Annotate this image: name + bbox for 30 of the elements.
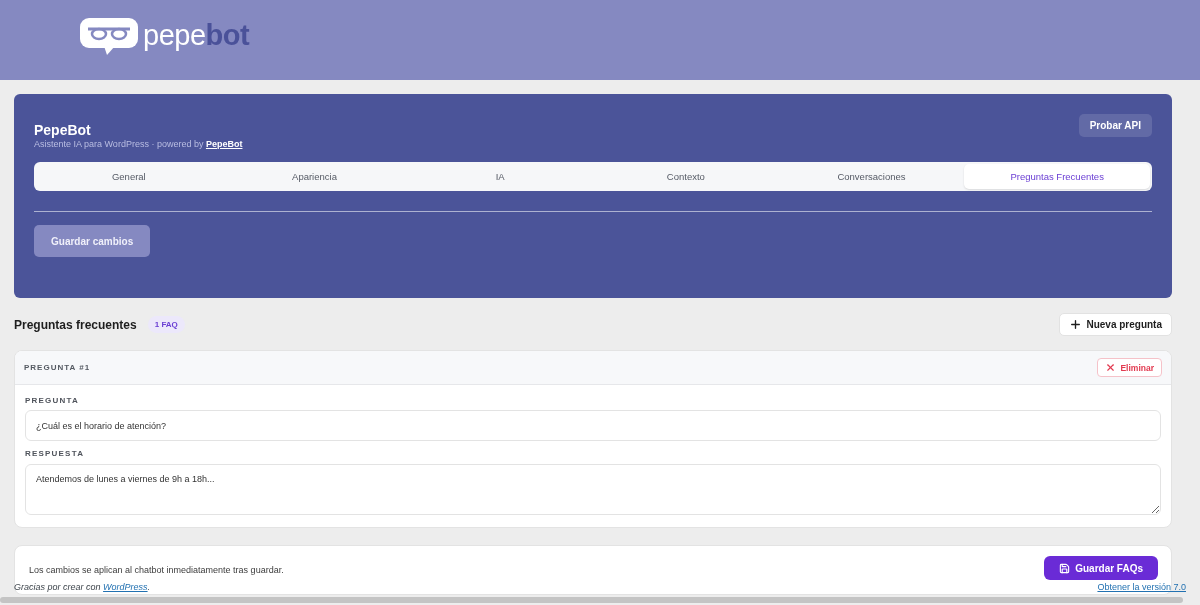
field-label: PREGUNTA (25, 396, 80, 406)
horizontal-scrollbar[interactable] (0, 597, 1183, 603)
version-link[interactable]: Obtener la versión 7.0 (1097, 582, 1186, 592)
logo-text: pepebot (143, 18, 250, 52)
question-field[interactable]: ¿Cuál es el horario de atención? (25, 410, 1161, 441)
wordpress-link[interactable]: WordPress (103, 582, 148, 592)
save-faqs-button[interactable]: Guardar FAQs (1044, 556, 1158, 580)
app-subtitle: Asistente IA para WordPress · powered by PepeBot (34, 138, 243, 150)
delete-button[interactable]: Eliminar (1097, 358, 1162, 377)
faq-count-badge: 1 FAQ (147, 316, 185, 333)
tab[interactable]: IA (407, 164, 593, 189)
app-title: PepeBot (34, 122, 92, 138)
tab[interactable]: Apariencia (221, 164, 408, 189)
footer-thanks: Gracias por crear con WordPress. (14, 582, 151, 592)
section-title: Preguntas frecuentes (14, 317, 137, 332)
plus-icon (1069, 318, 1083, 331)
pepebot-link[interactable]: PepeBot (205, 139, 243, 149)
new-question-button[interactable]: Nueva pregunta (1059, 313, 1172, 336)
tab[interactable]: Conversaciones (778, 164, 965, 189)
speech-bubble-glasses-icon (80, 18, 138, 55)
field-label: RESPUESTA (25, 449, 86, 459)
tab[interactable]: Preguntas Frecuentes (964, 164, 1150, 189)
answer-field[interactable]: Atendemos de lunes a viernes de 9h a 18h... (25, 464, 1161, 515)
faq-heading: PREGUNTA #1 (24, 363, 91, 372)
test-api-button[interactable]: Probar API (1078, 114, 1152, 137)
close-icon (1105, 362, 1117, 373)
tab[interactable]: General (36, 164, 222, 189)
save-note: Los cambios se aplican al chatbot inmediatamente tras guardar. (29, 564, 284, 576)
tab[interactable]: Contexto (593, 164, 779, 189)
save-icon (1059, 562, 1071, 574)
